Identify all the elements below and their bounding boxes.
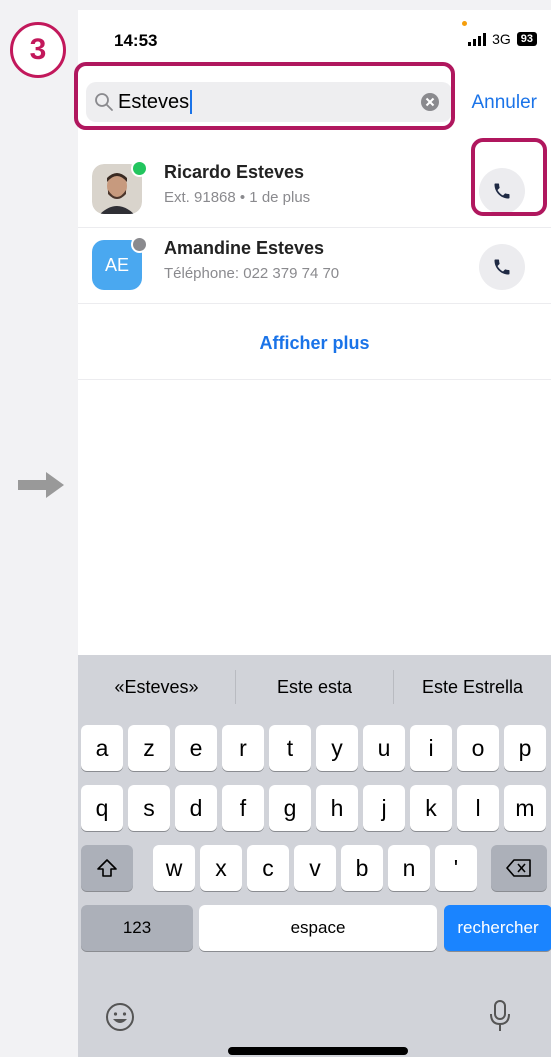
presence-indicator (131, 160, 148, 177)
contact-row[interactable]: AE Amandine Esteves Téléphone: 022 379 7… (78, 228, 551, 304)
signal-icon (468, 32, 487, 46)
privacy-indicator-dot (462, 21, 467, 26)
status-indicators: 3G 93 (468, 31, 537, 47)
cancel-button[interactable]: Annuler (472, 92, 538, 114)
search-key[interactable]: rechercher (444, 905, 551, 951)
suggestion-item[interactable]: «Esteves» (78, 670, 235, 704)
key-v[interactable]: v (294, 845, 336, 891)
key-t[interactable]: t (269, 725, 311, 771)
key-y[interactable]: y (316, 725, 358, 771)
search-field[interactable]: Esteves (86, 82, 452, 122)
suggestion-item[interactable]: Este Estrella (393, 670, 551, 704)
key-e[interactable]: e (175, 725, 217, 771)
phone-icon (494, 259, 510, 275)
key-g[interactable]: g (269, 785, 311, 831)
battery-icon: 93 (516, 32, 537, 46)
contact-row[interactable]: Ricardo Esteves Ext. 91868 • 1 de plus (78, 152, 551, 228)
key-k[interactable]: k (410, 785, 452, 831)
show-more-button[interactable]: Afficher plus (78, 308, 551, 380)
search-row: Esteves Annuler (78, 78, 551, 126)
key-d[interactable]: d (175, 785, 217, 831)
key-x[interactable]: x (200, 845, 242, 891)
key-i[interactable]: i (410, 725, 452, 771)
search-input-value: Esteves (118, 90, 190, 113)
key-b[interactable]: b (341, 845, 383, 891)
key-c[interactable]: c (247, 845, 289, 891)
key-m[interactable]: m (504, 785, 546, 831)
shift-icon (97, 859, 117, 877)
avatar: AE (92, 236, 148, 290)
presence-indicator (131, 236, 148, 253)
key-h[interactable]: h (316, 785, 358, 831)
clear-icon[interactable] (420, 92, 440, 112)
key-n[interactable]: n (388, 845, 430, 891)
backspace-icon (506, 859, 531, 877)
search-input[interactable]: Esteves (118, 90, 420, 114)
arrow-right-icon (18, 472, 64, 498)
step-number-badge: 3 (10, 22, 66, 78)
key-u[interactable]: u (363, 725, 405, 771)
status-bar: 14:53 3G 93 (78, 10, 551, 68)
key-row-2: q s d f g h j k l m (78, 785, 551, 831)
key-z[interactable]: z (128, 725, 170, 771)
numbers-key[interactable]: 123 (81, 905, 193, 951)
contact-detail: Téléphone: 022 379 74 70 (164, 265, 340, 282)
key-o[interactable]: o (457, 725, 499, 771)
call-button[interactable] (479, 244, 525, 290)
phone-icon (494, 183, 510, 199)
key-f[interactable]: f (222, 785, 264, 831)
key-w[interactable]: w (153, 845, 195, 891)
key-row-1: a z e r t y u i o p (78, 725, 551, 771)
key-row-3: w x c v b n ' (78, 845, 551, 891)
contact-name: Amandine Esteves (164, 238, 325, 258)
suggestion-item[interactable]: Este esta (235, 670, 393, 704)
mic-icon[interactable] (488, 999, 512, 1033)
call-button[interactable] (479, 168, 525, 214)
emoji-icon[interactable] (104, 1001, 136, 1033)
key-q[interactable]: q (81, 785, 123, 831)
key-j[interactable]: j (363, 785, 405, 831)
keyboard: «Esteves» Este esta Este Estrella a z e … (78, 655, 551, 1057)
contact-detail: Ext. 91868 • 1 de plus (164, 189, 311, 206)
key-a[interactable]: a (81, 725, 123, 771)
home-indicator (228, 1047, 408, 1055)
suggestion-bar: «Esteves» Este esta Este Estrella (78, 655, 551, 719)
key-l[interactable]: l (457, 785, 499, 831)
key-s[interactable]: s (128, 785, 170, 831)
avatar (92, 160, 148, 214)
key-apostrophe[interactable]: ' (435, 845, 477, 891)
key-r[interactable]: r (222, 725, 264, 771)
search-icon (95, 93, 113, 111)
shift-key[interactable] (81, 845, 133, 891)
network-type: 3G (492, 31, 511, 47)
status-time: 14:53 (114, 31, 158, 50)
text-caret (190, 90, 193, 114)
key-p[interactable]: p (504, 725, 546, 771)
backspace-key[interactable] (491, 845, 547, 891)
space-key[interactable]: espace (199, 905, 437, 951)
key-row-4: 123 espace rechercher (78, 905, 551, 951)
contact-name: Ricardo Esteves (164, 162, 305, 182)
phone-screen: 14:53 3G 93 Esteves Annuler Ricardo Este… (78, 10, 551, 1057)
